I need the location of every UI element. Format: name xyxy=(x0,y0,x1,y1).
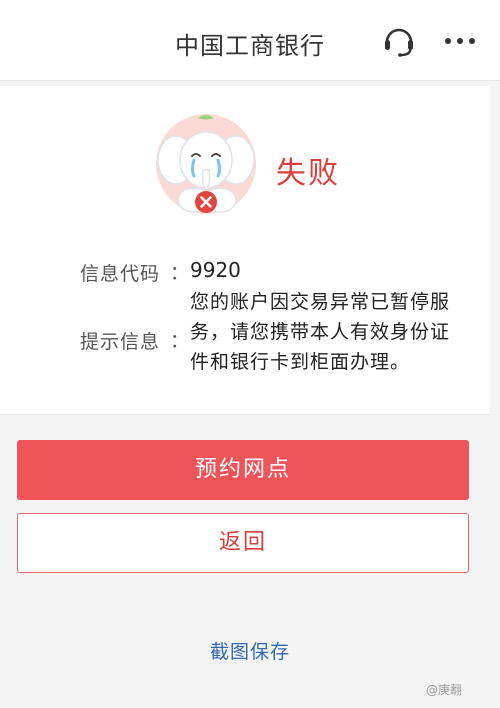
code-value: 9920 xyxy=(190,258,241,282)
page-title: 中国工商银行 xyxy=(175,32,325,60)
status-failed-text: 失败 xyxy=(276,156,340,191)
watermark-text: @庚翿 xyxy=(426,683,463,697)
save-screenshot-link[interactable]: 截图保存 xyxy=(0,637,500,664)
book-branch-button[interactable]: 预约网点 xyxy=(17,440,469,500)
crying-elephant-mascot-icon xyxy=(156,114,256,214)
customer-service-icon[interactable] xyxy=(382,24,416,58)
failure-result-page: 中国工商银行 失败 信息代码 ： 9920 提示信息 ： 您的账户因交易异常已暂… xyxy=(0,0,500,708)
top-nav-bar: 中国工商银行 xyxy=(0,0,500,81)
result-card: 失败 信息代码 ： 9920 提示信息 ： 您的账户因交易异常已暂停服务，请您携… xyxy=(0,86,490,415)
back-button[interactable]: 返回 xyxy=(17,513,469,573)
more-dots-icon[interactable] xyxy=(442,26,478,56)
message-label: 提示信息 xyxy=(80,331,161,353)
code-label-colon: ： xyxy=(170,262,190,284)
message-label-colon: ： xyxy=(170,330,190,352)
code-label: 信息代码 xyxy=(80,263,161,285)
message-value: 您的账户因交易异常已暂停服务，请您携带本人有效身份证件和银行卡到柜面办理。 xyxy=(190,291,451,373)
